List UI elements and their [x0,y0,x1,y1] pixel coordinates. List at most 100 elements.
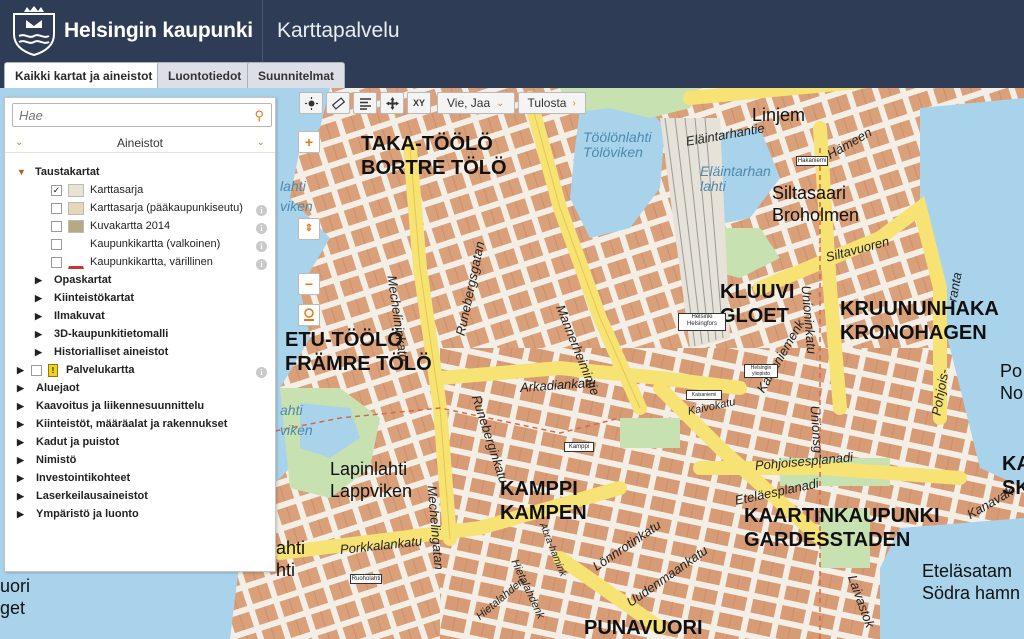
info-icon[interactable]: i [256,241,267,252]
collapsed-triangle-icon: ▶ [35,310,42,321]
move-icon [385,96,399,110]
zoom-out-button[interactable]: − [298,273,320,295]
collapsed-triangle-icon: ▶ [17,508,24,519]
tab-strip: Kaikki kartat ja aineistot Luontotiedot … [0,62,1024,88]
tree-group-nimisto[interactable]: ▶ Nimistö [17,451,76,469]
measure-icon [331,96,345,110]
layer-row-karttasarja[interactable]: ✓ Karttasarja [51,181,143,199]
layer-row-kaupunkikartta-varillinen[interactable]: Kaupunkikartta, värillinen [51,253,213,271]
layer-checkbox-checked[interactable]: ✓ [51,184,62,196]
chevron-down-icon: ⌄ [256,137,265,148]
collapsed-triangle-icon: ▶ [17,454,24,465]
collapsed-triangle-icon: ▶ [35,346,42,357]
legend-button[interactable] [353,92,377,114]
tree-group-ymparisto[interactable]: ▶ Ympäristö ja luonto [17,505,139,523]
collapsed-triangle-icon: ▶ [35,328,42,339]
accordion-header-aineistot[interactable]: ⌄ Aineistot ⌄ [5,133,275,153]
service-map-icon: ! [48,363,58,377]
tree-group-taustakartat[interactable]: ▼ Taustakartat [17,163,100,181]
layer-checkbox[interactable] [51,220,62,232]
info-icon[interactable]: i [256,205,267,216]
layer-thumbnail-icon [68,201,84,215]
collapsed-triangle-icon: ▶ [35,292,42,303]
share-menu-button[interactable]: Vie, Jaa ⌄ [437,92,515,114]
tree-group-historialliset[interactable]: ▶ Historialliset aineistot [35,343,168,361]
map-sign-kamppi: Kamppi [564,442,594,452]
chevron-down-icon: ⌄ [496,97,505,109]
tree-group-kaavoitus[interactable]: ▶ Kaavoitus ja liikennesuunnittelu [17,397,204,415]
brightness-button[interactable] [299,92,323,114]
expanded-triangle-icon: ▼ [17,167,26,177]
move-button[interactable] [380,92,404,114]
tab-plans[interactable]: Suunnitelmat [247,62,346,88]
xy-coordinates-button[interactable]: XY [407,92,431,114]
tree-group-opaskartat[interactable]: ▶ Opaskartat [35,271,111,289]
collapsed-triangle-icon: ▶ [17,436,24,447]
layer-checkbox[interactable] [31,364,42,376]
map-sign-helsinki-station: Helsinki Helsingfors [678,313,726,331]
brand-name[interactable]: Helsingin kaupunki [64,19,253,43]
layer-checkbox[interactable] [51,202,62,214]
layer-thumbnail-icon [68,237,84,251]
layer-row-kuvakartta[interactable]: Kuvakartta 2014 [51,217,170,235]
tree-group-investointikohteet[interactable]: ▶ Investointikohteet [17,469,130,487]
water-elaintarhanlahti: Eläintarhan lahti [700,163,771,194]
layer-row-karttasarja-pks[interactable]: Karttasarja (pääkaupunkiseutu) [51,199,243,217]
tab-all-maps[interactable]: Kaikki kartat ja aineistot [4,62,164,88]
tree-group-palvelukartta[interactable]: ▶ ! Palvelukartta [17,361,134,379]
layer-panel: ⚲ ⌄ Aineistot ⌄ ▼ Taustakartat ✓ Karttas… [4,97,276,572]
district-taka-toolo: TAKA-TÖÖLÖ BORTRE TÖLÖ [361,133,507,179]
search-input[interactable] [13,104,238,126]
app-title: Karttapalvelu [277,19,400,42]
top-header: Helsingin kaupunki Karttapalvelu [0,0,1024,62]
chevron-down-icon: ⌄ [15,137,24,148]
tree-group-aluejaot[interactable]: ▶ Aluejaot [17,379,79,397]
tree-group-kadut[interactable]: ▶ Kadut ja puistot [17,433,119,451]
measure-button[interactable] [326,92,350,114]
place-lapinlahti: Lapinlahti Lappviken [330,459,413,501]
info-icon[interactable]: i [256,367,267,378]
accordion-title: Aineistot [116,136,164,150]
map-toolbar: XY Vie, Jaa ⌄ Tulosta › [299,92,586,114]
locate-me-button[interactable] [298,304,320,326]
district-kaartinkaupunki: KAARTINKAUPUNKI GARDESSTADEN [744,505,940,551]
tree-group-kiinteistot[interactable]: ▶ Kiinteistöt, määräalat ja rakennukset [17,415,227,433]
layer-thumbnail-icon [68,255,84,269]
map-sign-ruoholahti: Ruoholahti [350,574,382,584]
info-icon[interactable]: i [256,223,267,234]
district-kamppi: KAMPPI KAMPEN [500,478,587,524]
search-box: ⚲ [12,103,272,127]
place-siltasaari: Siltasaari Broholmen [772,183,860,225]
helsinki-crest-logo[interactable] [11,6,57,56]
tree-group-ilmakuvat[interactable]: ▶ Ilmakuvat [35,307,105,325]
layer-checkbox[interactable] [51,238,62,250]
layer-thumbnail-icon [68,183,84,197]
tree-group-kiinteistokartat[interactable]: ▶ Kiinteistökartat [35,289,134,307]
collapsed-triangle-icon: ▶ [35,274,42,285]
tree-group-laserkeilaus[interactable]: ▶ Laserkeilausaineistot [17,487,148,505]
zoom-slider-handle[interactable]: ⇕ [298,218,320,240]
share-label: Vie, Jaa [447,96,491,110]
layer-row-kaupunkikartta-valkoinen[interactable]: Kaupunkikartta (valkoinen) [51,235,220,253]
map-sign-yliopisto: Helsingin yliopisto [744,364,778,378]
place-ahti: ahti hti [276,538,306,580]
chevron-right-icon: › [572,97,576,109]
collapsed-triangle-icon: ▶ [17,364,24,375]
collapsed-triangle-icon: ▶ [17,472,24,483]
layer-checkbox[interactable] [51,256,62,268]
layer-thumbnail-icon [68,219,84,233]
legend-icon [359,97,371,110]
search-icon[interactable]: ⚲ [254,108,264,124]
district-kruununhaka: KRUUNUNHAKA KRONOHAGEN [840,298,999,344]
tree-group-3d[interactable]: ▶ 3D-kaupunkitietomalli [35,325,168,343]
collapsed-triangle-icon: ▶ [17,490,24,501]
info-icon[interactable]: i [256,259,267,270]
water-lahti-2: ahti viken [280,402,313,438]
place-uori: uori get [0,576,31,618]
location-pin-icon [304,308,314,321]
tab-nature[interactable]: Luontotiedot [157,62,253,88]
zoom-in-button[interactable]: + [298,131,320,153]
district-kluuvi: KLUUVI GLOET [720,281,795,327]
print-button[interactable]: Tulosta › [517,92,586,114]
header-divider [262,0,263,62]
